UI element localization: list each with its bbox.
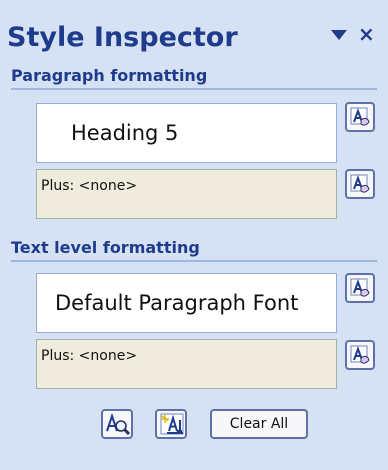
reset-formatting-icon [350,107,370,126]
clear-text-formatting-button[interactable] [345,340,375,370]
reset-text-style-button[interactable] [345,273,375,303]
reset-paragraph-style-button[interactable] [345,102,375,132]
text-plus-box: Plus: <none> [36,339,337,389]
reveal-formatting-button[interactable] [101,409,133,439]
paragraph-plus-value: Plus: <none> [41,178,138,194]
text-level-formatting-header: Text level formatting [11,238,377,262]
new-style-button[interactable] [155,409,187,439]
text-style-box: Default Paragraph Font [36,273,337,333]
panel-title: Style Inspector [7,22,238,53]
close-icon[interactable]: × [358,20,375,48]
reset-formatting-icon [350,278,370,297]
reset-formatting-icon [350,174,370,193]
text-style-value: Default Paragraph Font [55,291,299,315]
paragraph-plus-box: Plus: <none> [36,169,337,219]
clear-all-button[interactable]: Clear All [210,409,308,439]
paragraph-style-value: Heading 5 [71,121,179,145]
paragraph-style-box: Heading 5 [36,103,337,163]
clear-paragraph-formatting-button[interactable] [345,169,375,199]
new-style-icon [160,413,184,435]
reset-formatting-icon [350,345,370,364]
text-plus-value: Plus: <none> [41,348,138,364]
style-inspector-panel: Style Inspector × Paragraph formatting H… [0,0,388,470]
reveal-formatting-icon [106,412,131,436]
paragraph-formatting-header: Paragraph formatting [11,66,377,90]
panel-menu-dropdown-icon[interactable] [331,30,347,40]
